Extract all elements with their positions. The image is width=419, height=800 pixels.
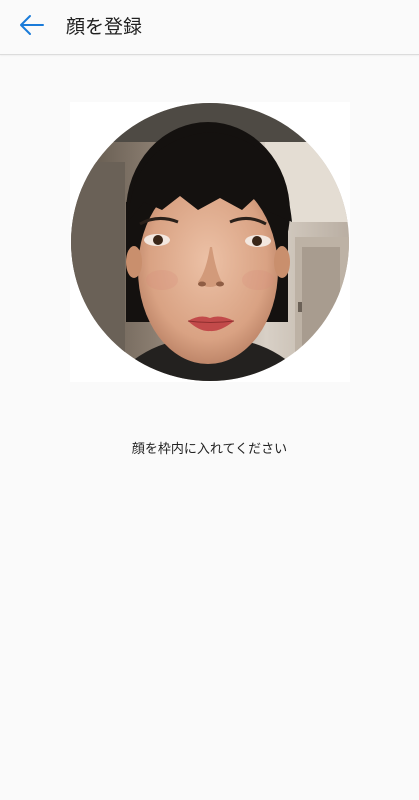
instruction-text: 顔を枠内に入れてください xyxy=(131,442,288,457)
arrow-left-icon xyxy=(19,14,45,40)
camera-frame xyxy=(70,102,350,382)
app-bar: 顔を登録 xyxy=(0,0,419,55)
face-camera-preview xyxy=(71,103,349,381)
page-title: 顔を登録 xyxy=(66,16,143,38)
back-button[interactable] xyxy=(12,10,52,44)
